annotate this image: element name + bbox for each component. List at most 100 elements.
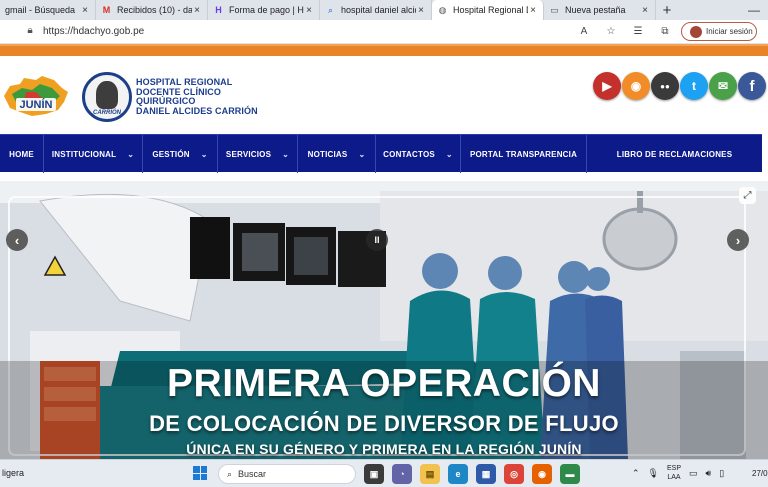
lock-icon[interactable]: 🔒︎ (24, 25, 36, 37)
chevron-down-icon: ⌄ (127, 149, 135, 159)
read-aloud-icon[interactable]: A (576, 23, 592, 39)
email-icon[interactable]: ✉ (709, 72, 737, 100)
window-controls: — (740, 0, 768, 20)
file-explorer-icon[interactable]: ▤ (420, 464, 440, 484)
nav-gestion[interactable]: GESTIÓN ⌄ (143, 135, 218, 173)
address-bar-actions: A ☆ ☰ ⧉ (576, 23, 673, 39)
nav-label: NOTICIAS (307, 149, 348, 159)
signin-label: Iniciar sesión (706, 27, 753, 36)
chevron-down-icon: ⌄ (200, 149, 208, 159)
nav-label: INSTITUCIONAL (51, 149, 117, 159)
favorite-add-icon[interactable]: ☆ (603, 23, 619, 39)
tab-label: Forma de pago | Host (229, 5, 304, 15)
nav-libro-reclamaciones[interactable]: LIBRO DE RECLAMACIONES (587, 135, 762, 173)
app-icon[interactable]: ▬ (560, 464, 580, 484)
tab-label: hospital daniel alcides (341, 5, 416, 15)
nav-label: GESTIÓN (152, 149, 190, 159)
nav-label: PORTAL TRANSPARENCIA (469, 149, 578, 159)
close-icon[interactable]: × (192, 5, 202, 16)
nav-noticias[interactable]: NOTICIAS ⌄ (298, 135, 376, 173)
avatar (690, 25, 702, 38)
close-icon[interactable]: × (528, 5, 538, 16)
gmail-icon: M (102, 5, 111, 15)
chat-icon[interactable]: ◔ (392, 464, 412, 484)
youtube-icon[interactable]: ▶ (593, 72, 621, 100)
close-icon[interactable]: × (304, 5, 314, 16)
system-tray: ⌃ 🎙︎ ESP LAA ▭ 🔊︎ ▯ (632, 464, 724, 482)
minimize-button[interactable]: — (740, 0, 768, 20)
firefox-icon[interactable]: ◉ (532, 464, 552, 484)
hospital-name-line: DANIEL ALCIDES CARRIÓN (136, 105, 258, 116)
close-icon[interactable]: × (640, 5, 650, 16)
slide-headline: PRIMERA OPERACIÓN (167, 362, 601, 405)
chevron-down-icon: ⌄ (282, 149, 290, 159)
monitor-icon[interactable]: ▭ (689, 468, 698, 479)
tab-payment[interactable]: H Forma de pago | Host × (208, 0, 320, 20)
facebook-icon[interactable]: f (738, 72, 766, 100)
task-view-icon[interactable]: ▣ (364, 464, 384, 484)
rss-icon[interactable]: ◉ (622, 72, 650, 100)
newtab-page-icon: ▭ (550, 4, 559, 15)
nav-home[interactable]: HOME (0, 135, 44, 173)
address-bar: 🔒︎ https://hdachyo.gob.pe A ☆ ☰ ⧉ Inicia… (0, 20, 768, 44)
fullscreen-icon[interactable]: ⤢ (739, 187, 756, 204)
store-icon[interactable]: ▦ (476, 464, 496, 484)
speaker-icon[interactable]: 🔊︎ (706, 468, 712, 479)
close-icon[interactable]: × (80, 5, 90, 16)
tab-label: gmail - Búsqueda (5, 5, 76, 15)
slide-caption: ÚNICA EN SU GÉNERO Y PRIMERA EN LA REGIÓ… (186, 441, 582, 457)
hospital-name[interactable]: HOSPITAL REGIONAL DOCENTE CLÍNICO QUIRÚR… (136, 77, 258, 116)
tab-label: Recibidos (10) - dalcid (117, 5, 192, 15)
chevron-down-icon: ⌄ (358, 149, 366, 159)
chevron-up-icon[interactable]: ⌃ (632, 468, 640, 479)
nav-label: HOME (9, 149, 34, 159)
favorites-icon[interactable]: ☰ (630, 23, 646, 39)
slider-prev-button[interactable]: ‹ (6, 229, 28, 251)
site-header: JUNÍN CARRIÓN HOSPITAL REGIONAL DOCENTE … (0, 56, 768, 134)
slider-pause-button[interactable]: II (366, 229, 388, 251)
tab-new-tab[interactable]: ▭ Nueva pestaña × (544, 0, 656, 20)
nav-label: CONTACTOS (383, 149, 435, 159)
nav-servicios[interactable]: SERVICIOS ⌄ (218, 135, 298, 173)
logo-text: JUNÍN (19, 98, 52, 111)
edge-icon[interactable]: e (448, 464, 468, 484)
close-icon[interactable]: × (416, 5, 426, 16)
nav-institucional[interactable]: INSTITUCIONAL ⌄ (44, 135, 143, 173)
social-links: ▶ ◉ ●● t ✉ f (593, 72, 766, 100)
tab-hospital-site[interactable]: ◍ Hospital Regional Doc × (432, 0, 544, 20)
new-tab-button[interactable]: + (656, 0, 678, 20)
seal-text: CARRIÓN (93, 110, 121, 116)
signin-button[interactable]: Iniciar sesión (681, 22, 757, 41)
tab-gmail-search[interactable]: gmail - Búsqueda × (0, 0, 96, 20)
slide-subheadline: DE COLOCACIÓN DE DIVERSOR DE FLUJO (149, 411, 619, 436)
search-icon: ⌕ (327, 4, 334, 15)
collections-icon[interactable]: ⧉ (657, 23, 673, 39)
junin-region-logo[interactable]: JUNÍN (2, 74, 70, 118)
clock[interactable]: 27/0 (752, 469, 768, 478)
chrome-icon[interactable]: ◎ (504, 464, 524, 484)
main-nav: HOME INSTITUCIONAL ⌄ GESTIÓN ⌄ SERVICIOS… (0, 134, 762, 173)
seal-portrait (96, 81, 118, 109)
language-indicator[interactable]: ESP LAA (667, 464, 681, 482)
community-icon[interactable]: ●● (651, 72, 679, 100)
battery-icon[interactable]: ▯ (719, 468, 724, 479)
taskbar-search[interactable]: ⌕ Buscar (218, 464, 356, 484)
nav-portal-transparencia[interactable]: PORTAL TRANSPARENCIA (461, 135, 587, 173)
tab-label: Nueva pestaña (565, 5, 626, 15)
tab-hospital-search[interactable]: ⌕ hospital daniel alcides × (320, 0, 432, 20)
microphone-icon[interactable]: 🎙︎ (648, 468, 659, 479)
hostinger-icon: H (215, 5, 222, 15)
weather-widget[interactable]: ligera (2, 468, 24, 478)
nav-contactos[interactable]: CONTACTOS ⌄ (376, 135, 461, 173)
url-field[interactable]: https://hdachyo.gob.pe (43, 26, 144, 37)
pinned-apps: ▣ ◔ ▤ e ▦ ◎ ◉ ▬ (364, 464, 580, 484)
tab-label: Hospital Regional Doc (453, 5, 528, 15)
windows-taskbar: ligera ⌕ Buscar ▣ ◔ ▤ e ▦ ◎ ◉ ▬ ⌃ 🎙︎ ESP… (0, 459, 768, 487)
browser-tab-strip: gmail - Búsqueda × M Recibidos (10) - da… (0, 0, 768, 20)
slider-next-button[interactable]: › (727, 229, 749, 251)
twitter-icon[interactable]: t (680, 72, 708, 100)
hospital-seal-logo[interactable]: CARRIÓN (82, 72, 132, 122)
top-accent-strip (0, 44, 768, 56)
tab-inbox[interactable]: M Recibidos (10) - dalcid × (96, 0, 208, 20)
windows-start-icon[interactable] (193, 466, 207, 480)
